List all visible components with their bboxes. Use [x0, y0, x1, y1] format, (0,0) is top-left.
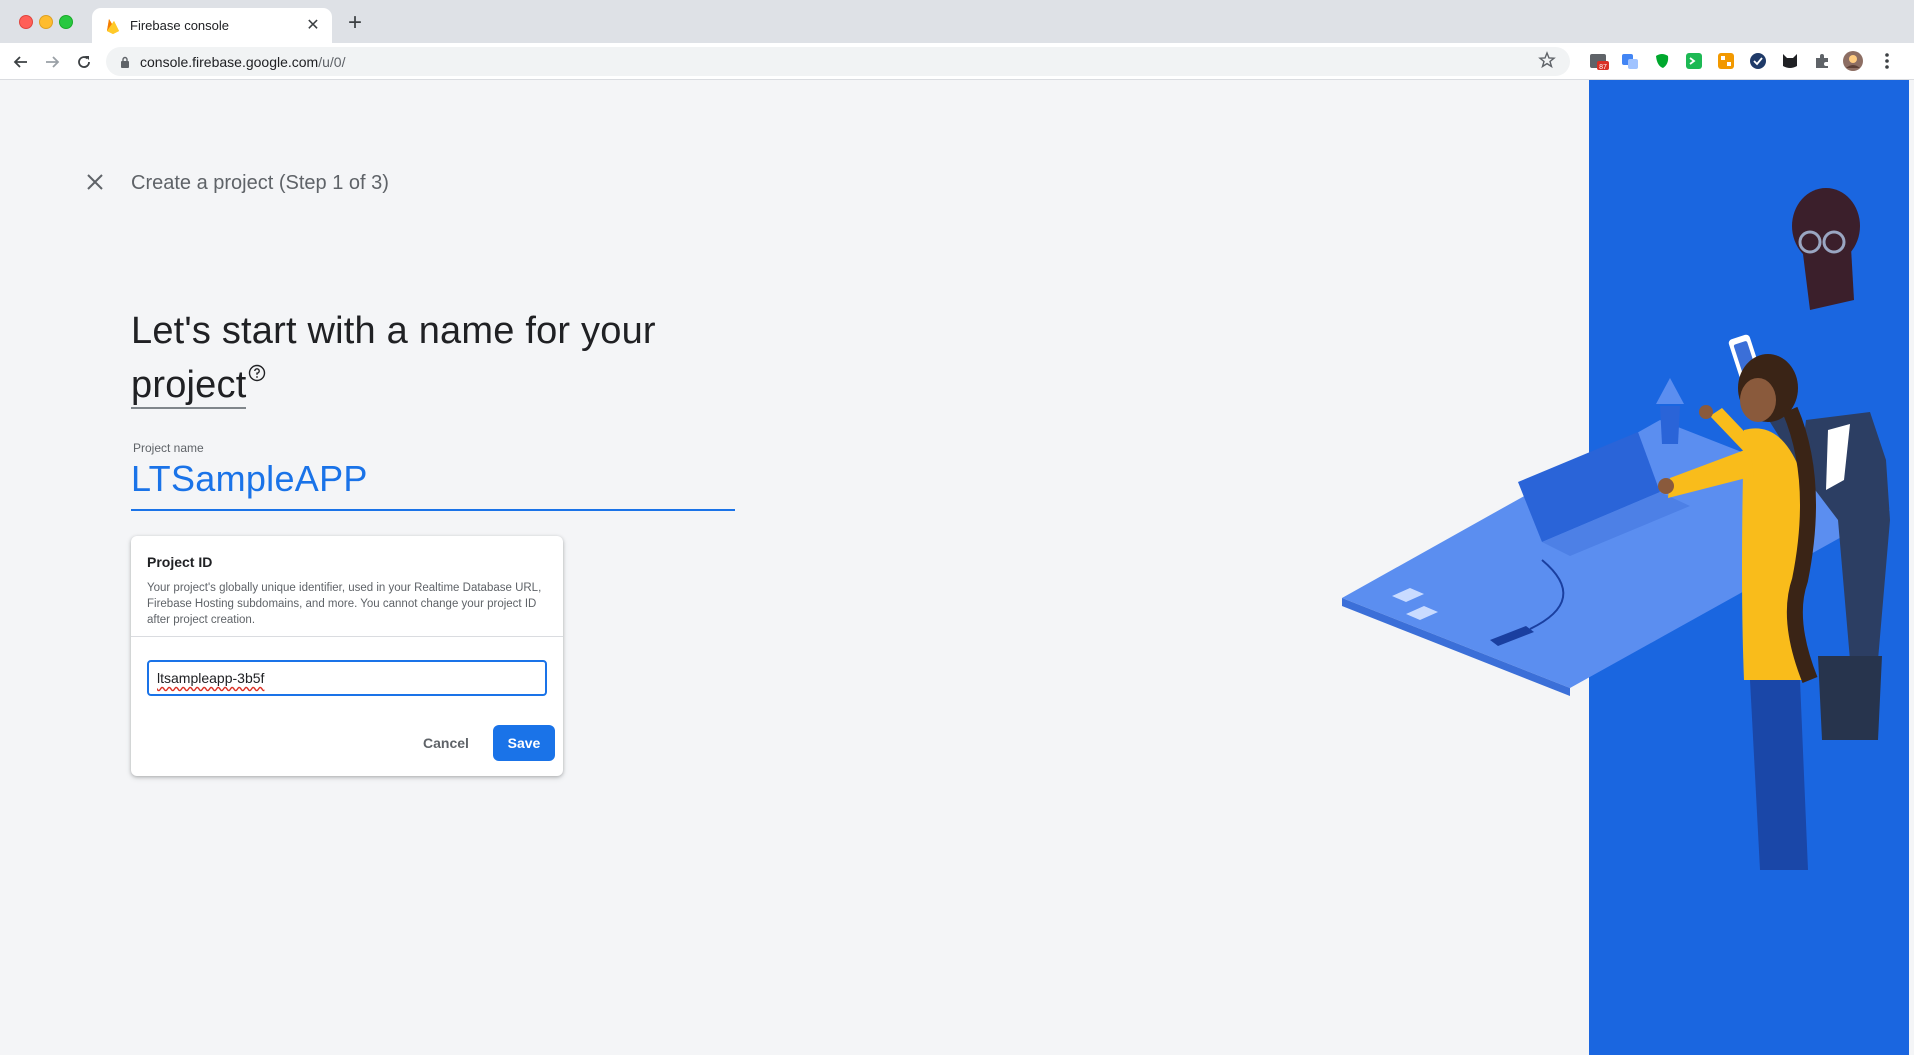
window-close-button[interactable]	[19, 15, 33, 29]
profile-avatar[interactable]	[1843, 51, 1863, 71]
illustration-people-at-desk	[1342, 188, 1890, 870]
project-id-card: Project ID Your project's globally uniqu…	[131, 536, 563, 776]
check-extension-icon[interactable]	[1748, 51, 1768, 71]
svg-text:87: 87	[1599, 64, 1607, 71]
browser-tab[interactable]: Firebase console ✕	[92, 8, 332, 43]
project-id-title: Project ID	[147, 554, 213, 570]
page-headline: Let's start with a name for your project	[131, 304, 691, 412]
window-minimize-button[interactable]	[39, 15, 53, 29]
lock-icon	[121, 56, 129, 68]
evernote-extension-icon[interactable]	[1652, 51, 1672, 71]
address-bar[interactable]: console.firebase.google.com/u/0/	[106, 47, 1570, 76]
url-host: console.firebase.google.com	[140, 53, 319, 70]
project-help-link[interactable]: project	[131, 364, 247, 409]
save-button[interactable]: Save	[493, 725, 555, 761]
cancel-button[interactable]: Cancel	[411, 725, 481, 761]
calendar-extension-icon[interactable]: 87	[1589, 51, 1609, 71]
window-zoom-button[interactable]	[59, 15, 73, 29]
reload-icon[interactable]	[71, 49, 97, 75]
browser-tabstrip: Firebase console ✕ +	[0, 0, 1914, 43]
project-name-input[interactable]: LTSampleAPP	[131, 458, 368, 500]
url-path: /u/0/	[318, 53, 346, 70]
project-name-underline	[131, 509, 735, 511]
browser-toolbar: console.firebase.google.com/u/0/ 87	[0, 43, 1914, 80]
arrow-back-icon[interactable]	[8, 49, 34, 75]
grid-extension-icon[interactable]	[1716, 51, 1736, 71]
more-vert-icon[interactable]	[1877, 51, 1897, 71]
help-circle-icon[interactable]	[248, 364, 266, 382]
puzzle-extensions-icon[interactable]	[1812, 51, 1832, 71]
cat-extension-icon[interactable]	[1780, 51, 1800, 71]
project-id-input[interactable]	[147, 660, 547, 696]
tab-title: Firebase console	[130, 18, 229, 33]
firebase-icon	[107, 18, 119, 34]
new-tab-button[interactable]: +	[343, 11, 367, 35]
tab-close-icon[interactable]: ✕	[304, 17, 322, 35]
terminal-extension-icon[interactable]	[1684, 51, 1704, 71]
arrow-forward-icon[interactable]	[39, 49, 65, 75]
translate-extension-icon[interactable]	[1620, 51, 1640, 71]
step-title: Create a project (Step 1 of 3)	[131, 172, 389, 194]
bookmark-star-icon[interactable]	[1538, 51, 1556, 69]
headline-text: Let's start with a name for your	[131, 310, 656, 352]
project-name-label: Project name	[133, 441, 204, 455]
close-icon[interactable]	[84, 171, 106, 193]
card-divider	[131, 636, 563, 637]
project-id-description: Your project's globally unique identifie…	[147, 582, 542, 626]
